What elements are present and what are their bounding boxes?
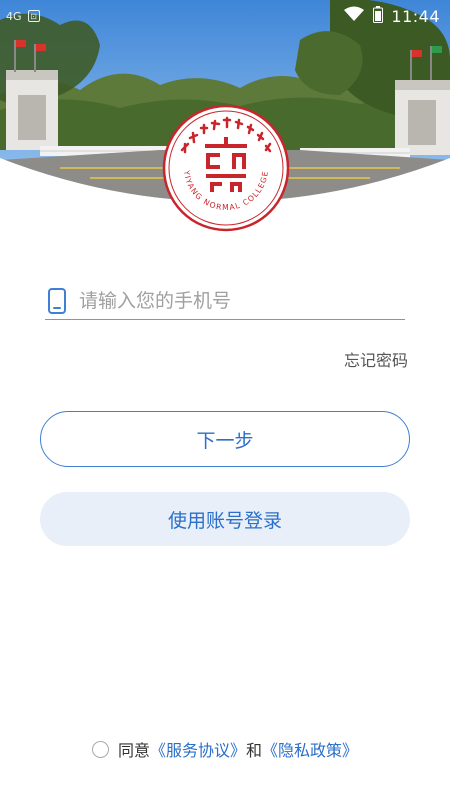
college-logo: YIYANG NORMAL COLLEGE — [162, 104, 290, 232]
and-text: 和 — [246, 741, 263, 760]
forgot-password-link[interactable]: 忘记密码 — [344, 347, 408, 371]
status-time: 11:44 — [391, 6, 440, 26]
service-agreement-link[interactable]: 《服务协议》 — [150, 737, 246, 761]
next-step-button[interactable]: 下一步 — [40, 411, 410, 467]
phone-number-input[interactable] — [79, 283, 405, 318]
agreement-row: 同意 《服务协议》 和 《隐私政策》 — [0, 736, 450, 762]
phone-input-row — [45, 282, 405, 320]
battery-icon — [373, 5, 384, 27]
notification-icon: ⊡ — [27, 10, 40, 22]
network-carrier: 4G — [6, 9, 22, 23]
mobile-phone-icon — [45, 286, 69, 316]
status-bar: 4G ⊡ 11:44 — [0, 0, 450, 32]
privacy-policy-link[interactable]: 《隐私政策》 — [262, 737, 358, 761]
agree-radio[interactable] — [91, 740, 109, 758]
status-right: 11:44 — [343, 5, 440, 27]
status-left: 4G ⊡ — [6, 10, 40, 23]
agree-text: 同意 — [117, 741, 150, 760]
wifi-icon — [343, 6, 365, 26]
account-login-button[interactable]: 使用账号登录 — [40, 492, 410, 546]
